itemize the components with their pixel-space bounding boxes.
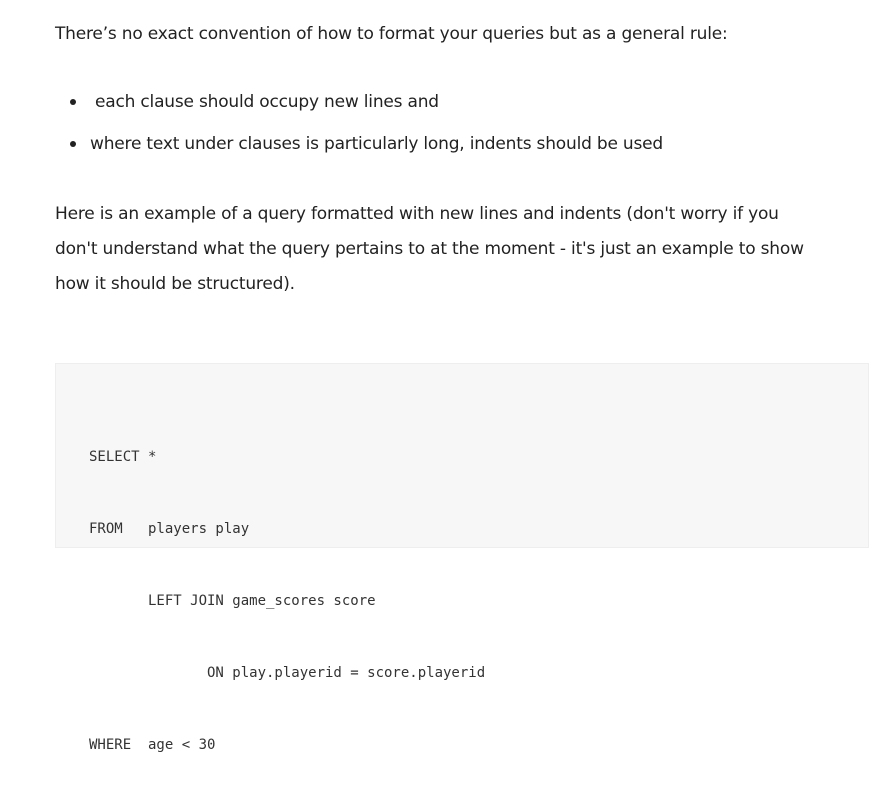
- intro-text: There’s no exact convention of how to fo…: [55, 24, 728, 44]
- code-line: LEFT JOIN game_scores score: [89, 593, 376, 609]
- list-item-text: each clause should occupy new lines and: [95, 92, 439, 112]
- code-line: FROM players play: [89, 521, 250, 537]
- code-block[interactable]: SELECT * FROM players play LEFT JOIN gam…: [55, 363, 869, 753]
- code-line: SELECT *: [89, 449, 157, 465]
- code-line: ON play.playerid = score.playerid: [89, 665, 486, 681]
- sql-code[interactable]: SELECT * FROM players play LEFT JOIN gam…: [89, 397, 485, 805]
- bullet-icon: [70, 99, 76, 105]
- bullet-icon: [70, 141, 76, 147]
- paragraph-line: Here is an example of a query formatted …: [55, 204, 779, 224]
- list-item-text: where text under clauses is particularly…: [90, 134, 664, 154]
- code-line: WHERE age < 30: [89, 737, 216, 753]
- paragraph-line: don't understand what the query pertains…: [55, 239, 804, 259]
- example-description: Here is an example of a query formatted …: [55, 197, 875, 302]
- paragraph-line: how it should be structured).: [55, 274, 295, 294]
